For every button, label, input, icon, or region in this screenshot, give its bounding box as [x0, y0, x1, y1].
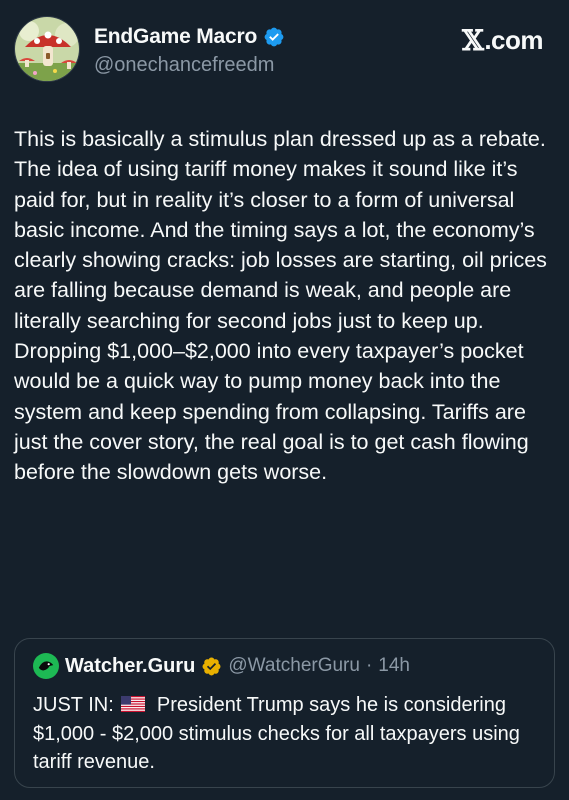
author-display-name[interactable]: EndGame Macro [94, 25, 257, 49]
meta-separator: · [365, 655, 373, 676]
us-flag-icon [121, 696, 146, 712]
quoted-tweet-header: Watcher.Guru @WatcherGuru · 14h [33, 653, 536, 679]
tweet-body-text: This is basically a stimulus plan dresse… [14, 127, 547, 485]
author-avatar[interactable] [14, 16, 80, 82]
quoted-tweet-text: JUST IN: President Trump says he is cons… [33, 691, 538, 777]
gold-verified-badge-icon [201, 656, 222, 677]
x-com-logo[interactable]: 𝕏 .com [462, 24, 543, 57]
mushroom-avatar-icon [15, 17, 79, 81]
brand-suffix: .com [484, 25, 543, 55]
quoted-author-name[interactable]: Watcher.Guru [65, 655, 195, 678]
tweet-card: EndGame Macro @onechancefreedm 𝕏 .com Th… [0, 0, 569, 800]
verified-badge-icon [263, 26, 285, 48]
quoted-author-handle[interactable]: @WatcherGuru [228, 655, 360, 677]
author-name-row: EndGame Macro [94, 24, 285, 50]
quoted-text-prefix: JUST IN: [33, 694, 114, 716]
quoted-tweet[interactable]: Watcher.Guru @WatcherGuru · 14h JUST IN: [14, 638, 555, 788]
x-logo-icon: 𝕏 [462, 24, 484, 57]
quoted-author-avatar[interactable] [33, 653, 59, 679]
quoted-tweet-timestamp[interactable]: 14h [378, 655, 410, 677]
author-info: EndGame Macro @onechancefreedm [94, 24, 285, 77]
author-handle[interactable]: @onechancefreedm [94, 54, 285, 77]
watcher-guru-logo-icon [38, 661, 54, 671]
tweet-header: EndGame Macro @onechancefreedm 𝕏 .com [14, 16, 555, 88]
